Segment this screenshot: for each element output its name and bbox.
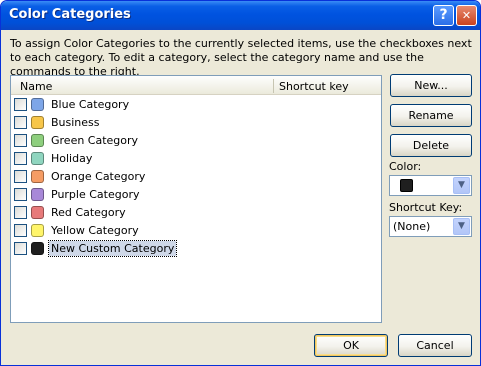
category-checkbox[interactable] (14, 206, 27, 219)
list-item[interactable]: New Custom Category (11, 240, 381, 258)
new-button[interactable]: New... (390, 74, 472, 97)
category-name[interactable]: Orange Category (49, 170, 147, 184)
list-item[interactable]: Blue Category (11, 96, 381, 114)
category-color-icon (31, 116, 44, 129)
list-item[interactable]: Yellow Category (11, 222, 381, 240)
chevron-down-icon[interactable]: ▼ (453, 218, 470, 235)
list-header: Name Shortcut key (11, 76, 381, 95)
category-name[interactable]: Blue Category (49, 98, 131, 112)
column-header-shortcut[interactable]: Shortcut key (279, 80, 349, 93)
color-categories-dialog: Color Categories ? ✕ To assign Color Cat… (0, 0, 481, 366)
category-color-icon (31, 206, 44, 219)
category-color-icon (31, 98, 44, 111)
category-checkbox[interactable] (14, 188, 27, 201)
delete-button[interactable]: Delete (390, 134, 472, 157)
chevron-down-icon[interactable]: ▼ (453, 177, 470, 194)
title-bar[interactable]: Color Categories ? ✕ (1, 1, 480, 30)
list-item[interactable]: Purple Category (11, 186, 381, 204)
category-name[interactable]: Green Category (49, 134, 140, 148)
category-checkbox[interactable] (14, 134, 27, 147)
category-color-icon (31, 152, 44, 165)
column-divider[interactable] (273, 79, 274, 93)
list-item[interactable]: Holiday (11, 150, 381, 168)
category-name[interactable]: Purple Category (49, 188, 141, 202)
category-color-icon (31, 224, 44, 237)
category-checkbox[interactable] (14, 242, 27, 255)
category-list[interactable]: Name Shortcut key Blue Category Business G… (10, 75, 382, 323)
shortcut-key-dropdown[interactable]: (None) ▼ (389, 216, 472, 237)
close-icon: ✕ (461, 9, 472, 22)
selected-color-swatch (400, 179, 413, 192)
category-checkbox[interactable] (14, 152, 27, 165)
list-item[interactable]: Business (11, 114, 381, 132)
help-button[interactable]: ? (433, 5, 454, 26)
category-checkbox[interactable] (14, 98, 27, 111)
category-checkbox[interactable] (14, 170, 27, 183)
category-name[interactable]: Holiday (49, 152, 94, 166)
color-dropdown[interactable]: ▼ (389, 175, 472, 196)
ok-button[interactable]: OK (314, 334, 388, 357)
rename-button[interactable]: Rename (390, 104, 472, 127)
cancel-button[interactable]: Cancel (398, 334, 472, 357)
category-color-icon (31, 134, 44, 147)
category-color-icon (31, 242, 44, 255)
category-name[interactable]: Business (49, 116, 102, 130)
color-label: Color: (389, 160, 422, 173)
category-color-icon (31, 170, 44, 183)
list-item[interactable]: Red Category (11, 204, 381, 222)
category-checkbox[interactable] (14, 116, 27, 129)
column-header-name[interactable]: Name (20, 80, 52, 93)
shortcut-key-value: (None) (393, 220, 431, 233)
category-name[interactable]: Red Category (49, 206, 128, 220)
category-name[interactable]: Yellow Category (49, 224, 141, 238)
category-color-icon (31, 188, 44, 201)
category-checkbox[interactable] (14, 224, 27, 237)
shortcut-key-label: Shortcut Key: (389, 201, 463, 214)
list-item[interactable]: Green Category (11, 132, 381, 150)
list-item[interactable]: Orange Category (11, 168, 381, 186)
category-name[interactable]: New Custom Category (47, 240, 178, 257)
question-mark-icon: ? (439, 7, 448, 23)
instructions-text: To assign Color Categories to the curren… (10, 37, 472, 78)
window-title: Color Categories (9, 7, 131, 22)
close-button[interactable]: ✕ (456, 5, 477, 26)
